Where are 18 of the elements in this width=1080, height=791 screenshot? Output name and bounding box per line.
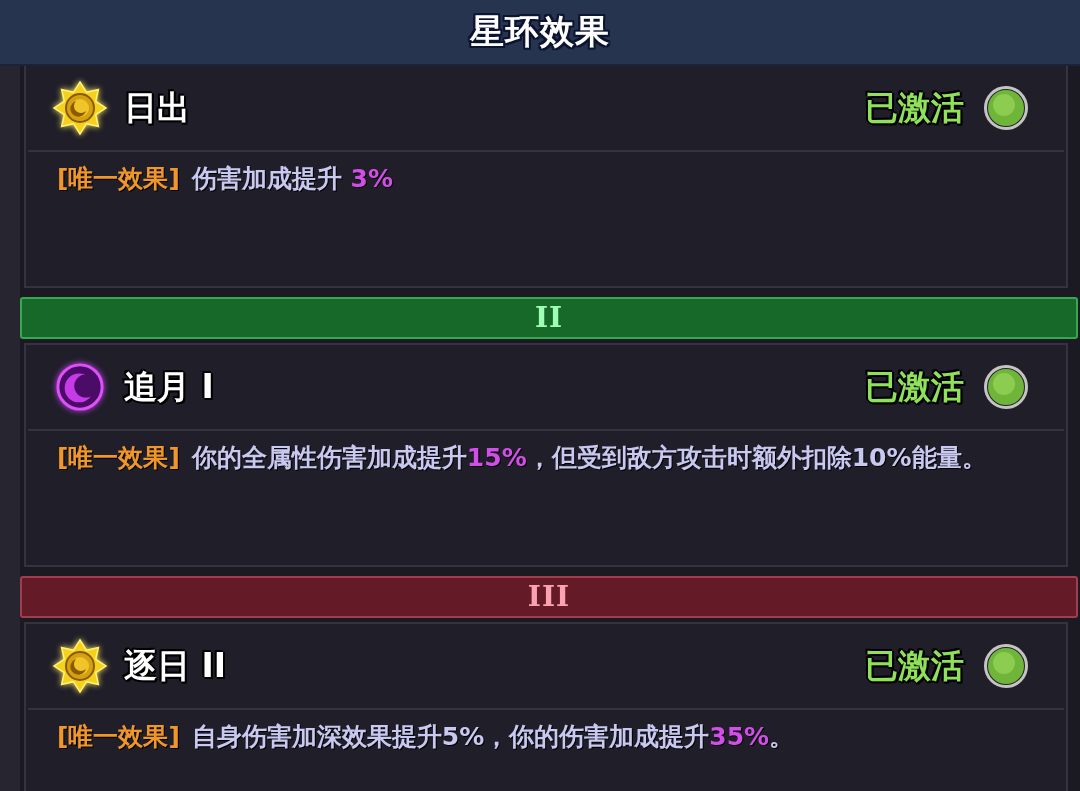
effect-description: 伤害加成提升 3% (191, 164, 394, 193)
effect-tag: [唯一效果] (57, 164, 180, 193)
effect-tag: [唯一效果] (57, 722, 180, 751)
status-text: 已激活 (865, 365, 964, 408)
effect-description: 你的全属性伤害加成提升15%，但受到敌方攻击时额外扣除10%能量。 (191, 443, 987, 472)
effect-tag: [唯一效果] (57, 443, 180, 472)
sun-icon (52, 80, 108, 136)
tier-numeral: II (534, 304, 564, 332)
crescent-moon-icon (56, 363, 104, 411)
panel-title: 星环效果 (470, 10, 610, 53)
effect-name: 逐日 II (124, 644, 227, 687)
status-text: 已激活 (865, 644, 964, 687)
sun-icon (52, 638, 108, 694)
effect-name: 追月 I (124, 365, 214, 408)
effect-description: 自身伤害加深效果提升5%，你的伤害加成提升35%。 (191, 722, 795, 751)
effect-name: 日出 (124, 86, 190, 129)
status-text: 已激活 (865, 86, 964, 129)
tier-numeral: III (527, 583, 571, 611)
